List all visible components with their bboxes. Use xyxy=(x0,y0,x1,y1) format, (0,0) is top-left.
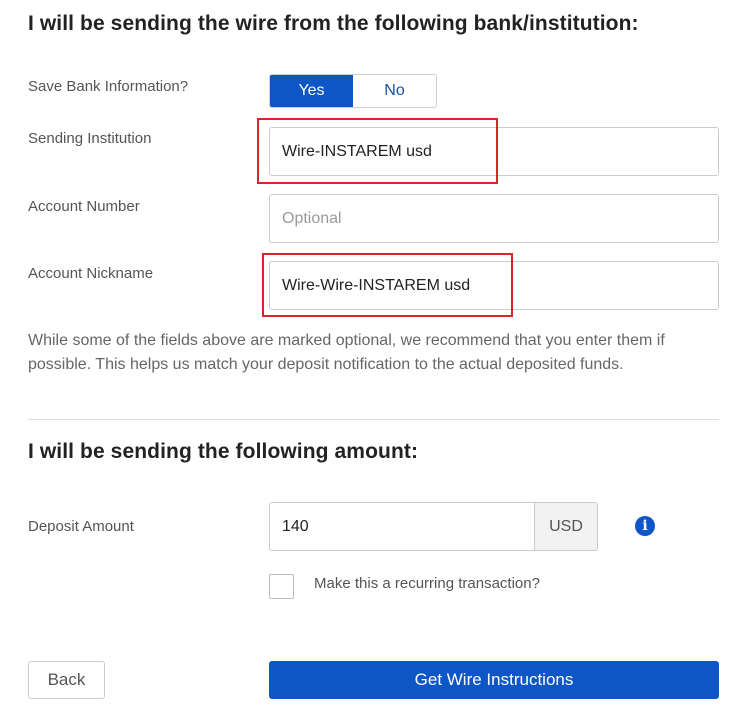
optional-fields-note: While some of the fields above are marke… xyxy=(28,332,665,373)
sending-institution-input[interactable] xyxy=(269,127,719,176)
recurring-label: Make this a recurring transaction? xyxy=(314,575,540,592)
account-number-input[interactable] xyxy=(269,194,719,243)
account-nickname-input[interactable] xyxy=(269,261,719,310)
get-wire-instructions-button[interactable]: Get Wire Instructions xyxy=(269,661,719,699)
save-bank-yes-option[interactable]: Yes xyxy=(270,75,353,107)
deposit-amount-label: Deposit Amount xyxy=(28,518,134,535)
save-bank-info-label: Save Bank Information? xyxy=(28,78,189,95)
account-number-label: Account Number xyxy=(28,198,140,215)
save-bank-info-toggle: Yes No xyxy=(269,74,437,108)
amount-section-title: I will be sending the following amount: xyxy=(28,440,419,463)
save-bank-no-option[interactable]: No xyxy=(353,75,436,107)
sending-institution-label: Sending Institution xyxy=(28,130,152,147)
section-divider xyxy=(28,419,719,420)
deposit-amount-input[interactable] xyxy=(269,502,535,551)
account-nickname-label: Account Nickname xyxy=(28,265,154,282)
bank-section-title: I will be sending the wire from the foll… xyxy=(28,12,639,35)
recurring-checkbox[interactable] xyxy=(269,574,294,599)
back-button[interactable]: Back xyxy=(28,661,105,699)
currency-addon: USD xyxy=(535,502,598,551)
info-circle-icon[interactable]: i xyxy=(635,516,655,536)
